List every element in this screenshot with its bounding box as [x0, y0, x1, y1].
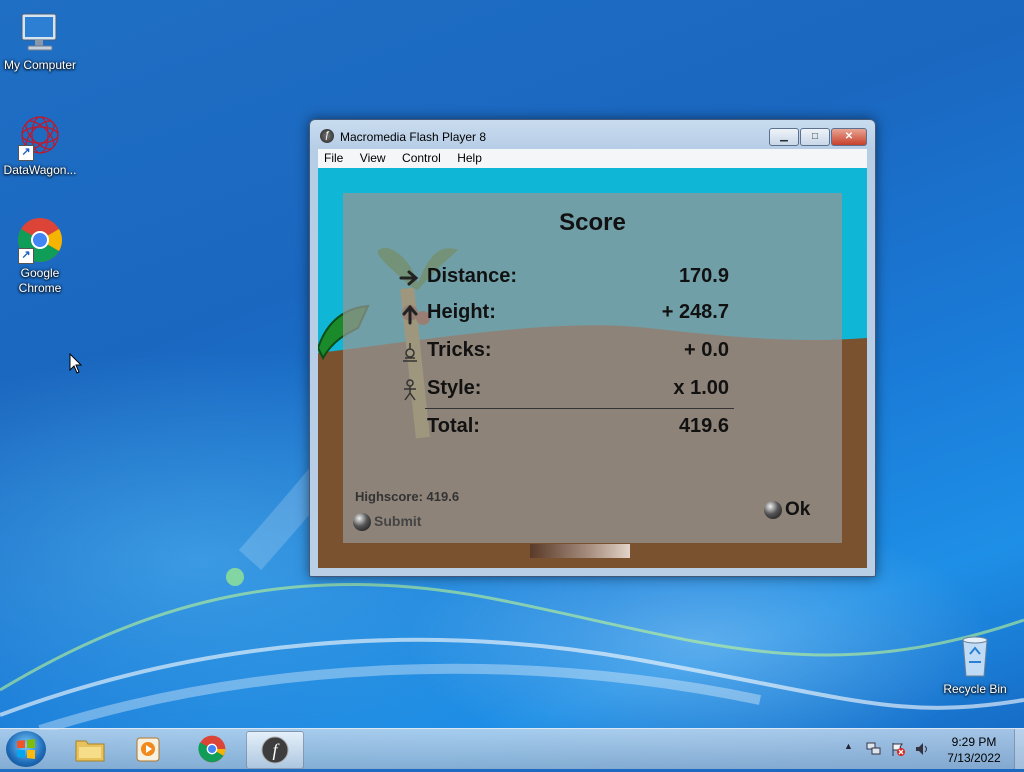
score-row-tricks: Tricks: + 0.0 — [399, 339, 729, 367]
shortcut-arrow-icon: ↗ — [18, 248, 34, 264]
score-value: x 1.00 — [673, 377, 729, 399]
score-value: 419.6 — [678, 415, 729, 437]
close-button[interactable]: ✕ — [831, 128, 867, 146]
desktop-icon-label: Recycle Bin — [943, 682, 1007, 696]
score-value: + 248.7 — [661, 301, 729, 323]
score-value: + 0.0 — [683, 339, 729, 361]
flash-player-icon: ƒ — [320, 129, 334, 143]
taskbar-flash-player[interactable]: f — [246, 731, 304, 769]
trick-figure-icon — [403, 343, 417, 362]
score-label: Distance: — [427, 265, 518, 287]
game-stage[interactable]: Score Distance: 170.9 Height: + 248.7 Tr… — [318, 168, 867, 568]
desktop-icon-label: Google Chrome — [18, 266, 62, 295]
menu-bar: File View Control Help — [318, 149, 867, 168]
clock-date: 7/13/2022 — [947, 751, 1001, 765]
score-value: 170.9 — [678, 265, 729, 287]
score-label: Tricks: — [427, 339, 492, 361]
taskbar-file-explorer[interactable] — [62, 731, 118, 767]
menu-view[interactable]: View — [354, 149, 392, 168]
datawagon-icon: ↗ — [16, 113, 64, 161]
button-ball-icon — [764, 500, 782, 519]
tray-show-hidden-button[interactable]: ▲ — [844, 741, 853, 751]
clock-time: 9:29 PM — [951, 735, 997, 749]
score-row-distance: Distance: 170.9 — [399, 265, 729, 293]
score-label: Total: — [427, 415, 480, 437]
score-row-height: Height: + 248.7 — [399, 301, 729, 329]
arrow-right-icon — [399, 270, 419, 286]
menu-control[interactable]: Control — [396, 149, 447, 168]
score-panel: Score Distance: 170.9 Height: + 248.7 Tr… — [343, 193, 842, 543]
window-title: Macromedia Flash Player 8 — [340, 130, 487, 144]
power-bar — [530, 544, 630, 558]
media-player-icon — [136, 737, 160, 762]
menu-help[interactable]: Help — [451, 149, 488, 168]
menu-file[interactable]: File — [318, 149, 349, 168]
score-row-total: Total: 419.6 — [399, 415, 729, 443]
highscore-text: Highscore: 419.6 — [355, 489, 460, 504]
score-label: Style: — [427, 377, 482, 399]
taskbar: f ▲ 9:29 PM 7/13/2022 — [0, 728, 1024, 769]
ok-button[interactable]: Ok — [764, 499, 810, 521]
file-explorer-icon — [75, 740, 105, 762]
submit-label: Submit — [374, 513, 422, 529]
taskbar-chrome[interactable] — [184, 731, 240, 767]
mouse-cursor-icon — [69, 353, 83, 374]
action-center-flag-icon[interactable] — [890, 741, 906, 757]
taskbar-media-player[interactable] — [120, 731, 176, 767]
minimize-button[interactable]: ▁ — [769, 128, 799, 146]
volume-icon[interactable] — [914, 741, 930, 757]
show-desktop-button[interactable] — [1014, 729, 1024, 769]
score-label: Height: — [427, 301, 496, 323]
recycle-bin-icon — [951, 632, 999, 680]
button-ball-icon — [353, 513, 371, 532]
score-divider — [425, 408, 734, 409]
window-titlebar[interactable]: ƒ Macromedia Flash Player 8 ▁ □ ✕ — [310, 120, 875, 150]
score-title: Score — [559, 209, 626, 236]
desktop-icon-google-chrome[interactable]: ↗ Google Chrome — [0, 216, 80, 296]
taskbar-clock[interactable]: 9:29 PM 7/13/2022 — [936, 734, 1012, 766]
desktop-icon-my-computer[interactable]: My Computer — [0, 8, 80, 73]
flash-player-icon: f — [261, 736, 289, 764]
flash-player-window[interactable]: ƒ Macromedia Flash Player 8 ▁ □ ✕ File V… — [309, 119, 876, 577]
submit-button[interactable]: Submit — [353, 513, 422, 532]
arrow-up-icon — [402, 304, 418, 325]
desktop-icon-label: My Computer — [3, 58, 77, 72]
shortcut-arrow-icon: ↗ — [18, 145, 34, 161]
ok-label: Ok — [785, 499, 811, 520]
score-row-style: Style: x 1.00 — [399, 377, 729, 405]
chrome-icon — [198, 735, 226, 763]
windows-logo-icon — [17, 739, 35, 759]
desktop-icon-datawagon[interactable]: ↗ DataWagon... — [0, 113, 80, 178]
desktop-icon-recycle-bin[interactable]: Recycle Bin — [935, 632, 1015, 697]
desktop-icon-label: DataWagon... — [3, 163, 77, 177]
stick-figure-icon — [404, 379, 416, 401]
maximize-button[interactable]: □ — [800, 128, 830, 146]
network-icon[interactable] — [866, 741, 882, 757]
chrome-icon: ↗ — [16, 216, 64, 264]
computer-icon — [16, 8, 64, 56]
start-button[interactable] — [6, 731, 46, 767]
